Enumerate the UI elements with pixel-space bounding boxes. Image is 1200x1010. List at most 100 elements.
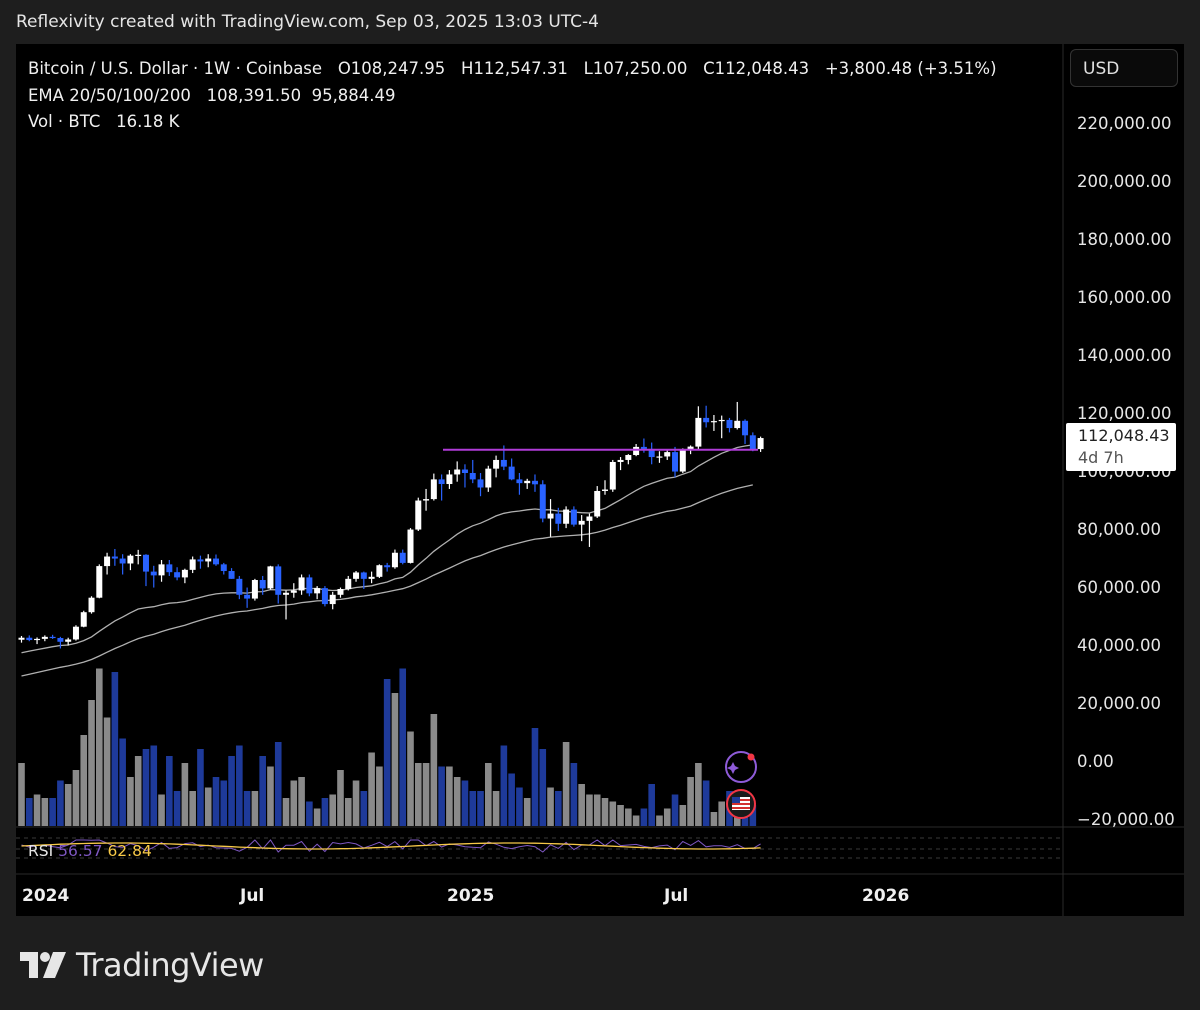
legend-ema-values: 108,391.50 95,884.49: [206, 85, 396, 105]
candle-body: [353, 572, 360, 579]
candle-body: [415, 500, 422, 530]
volume-bar: [259, 756, 266, 826]
candle-body: [391, 552, 398, 568]
candle-body: [345, 578, 352, 589]
price-tick: 200,000.00: [1077, 172, 1172, 191]
candle-body: [197, 559, 204, 562]
candle-body: [298, 577, 305, 591]
candle-body: [563, 509, 570, 524]
candle-body: [41, 636, 48, 639]
price-tick: 0.00: [1077, 752, 1114, 771]
volume-bar: [18, 763, 25, 826]
legend-row-volume: Vol · BTC 16.18 K: [28, 109, 997, 136]
rsi-label[interactable]: RSI: [28, 842, 53, 860]
volume-bar: [158, 794, 165, 826]
candle-body: [127, 555, 134, 564]
candle-body: [34, 638, 41, 641]
price-tick: 40,000.00: [1077, 636, 1161, 655]
volume-bar: [96, 668, 103, 826]
candle-body: [72, 626, 79, 640]
legend-open: O108,247.95: [337, 59, 446, 78]
volume-bar: [461, 780, 469, 826]
volume-bar: [337, 770, 344, 826]
candle-body: [586, 516, 593, 521]
candle-body: [244, 594, 251, 599]
candle-body: [578, 520, 585, 525]
volume-bar: [352, 780, 360, 826]
bar-countdown: 4d 7h: [1078, 448, 1124, 467]
candle-body: [360, 572, 367, 579]
time-tick: 2026: [862, 886, 910, 906]
candle-body: [454, 469, 461, 475]
overlay-icons: [725, 751, 757, 819]
assistant-sparkle-icon[interactable]: [725, 751, 757, 783]
time-tick: 2025: [447, 886, 495, 906]
volume-bar: [80, 735, 88, 826]
candle-body: [407, 529, 414, 563]
candle-body: [104, 556, 111, 567]
volume-bar: [376, 766, 383, 826]
legend-close: C112,048.43: [703, 59, 810, 78]
volume-bar: [368, 752, 375, 826]
candle-body: [695, 417, 702, 447]
candle-body: [609, 461, 616, 490]
volume-bar: [617, 805, 624, 826]
price-tick: 60,000.00: [1077, 578, 1161, 597]
candle-body: [423, 499, 430, 501]
candle-body: [477, 479, 484, 488]
candle-body: [594, 490, 601, 517]
candle-body: [220, 564, 227, 572]
volume-bar: [290, 780, 298, 826]
candle-body: [602, 489, 608, 491]
candle-body: [142, 554, 149, 572]
price-tick: 80,000.00: [1077, 520, 1161, 539]
volume-bar: [189, 791, 196, 826]
price-tick: 140,000.00: [1077, 346, 1172, 365]
candle-body: [251, 580, 258, 599]
legend-row-ema: EMA 20/50/100/200 108,391.50 95,884.49: [28, 83, 997, 110]
candle-body: [485, 468, 492, 488]
price-tick: 160,000.00: [1077, 288, 1172, 307]
tradingview-logo[interactable]: TradingView: [20, 946, 264, 984]
volume-bar: [407, 731, 414, 826]
price-tick: 220,000.00: [1077, 114, 1172, 133]
time-tick: Jul: [240, 886, 265, 906]
volume-bar: [33, 794, 41, 826]
volume-bar: [321, 798, 329, 826]
candle-body: [111, 556, 118, 559]
candle-body: [275, 566, 282, 595]
volume-bar: [150, 745, 158, 826]
us-flag-event-icon[interactable]: [726, 789, 756, 819]
volume-bar: [399, 668, 407, 826]
candle-body: [547, 513, 554, 519]
candle-body: [656, 456, 663, 458]
candle-body: [508, 466, 515, 480]
currency-button[interactable]: USD: [1070, 49, 1178, 87]
volume-bar: [648, 784, 655, 826]
volume-bar: [656, 815, 663, 826]
volume-bar: [306, 801, 313, 826]
volume-bar: [173, 791, 181, 826]
volume-bar: [453, 777, 461, 826]
candle-body: [633, 446, 640, 456]
volume-bar: [687, 777, 694, 826]
price-chart[interactable]: [0, 0, 1200, 1010]
volume-bar: [220, 780, 228, 826]
candle-body: [166, 564, 173, 573]
candle-body: [570, 509, 577, 525]
volume-bar: [88, 700, 95, 826]
volume-bar: [313, 808, 321, 826]
volume-bar: [72, 770, 80, 826]
candle-body: [672, 452, 679, 472]
volume-bar: [492, 791, 500, 826]
candle-body: [749, 435, 756, 450]
legend-vol-label[interactable]: Vol · BTC: [28, 112, 100, 131]
candle-body: [150, 571, 157, 576]
candle-body: [734, 420, 741, 429]
price-tick: 120,000.00: [1077, 404, 1172, 423]
volume-bar: [485, 763, 492, 826]
legend-symbol[interactable]: Bitcoin / U.S. Dollar · 1W · Coinbase: [28, 59, 322, 78]
volume-bar: [663, 808, 671, 826]
legend-ema-label[interactable]: EMA 20/50/100/200: [28, 86, 191, 105]
candle-body: [640, 446, 647, 449]
